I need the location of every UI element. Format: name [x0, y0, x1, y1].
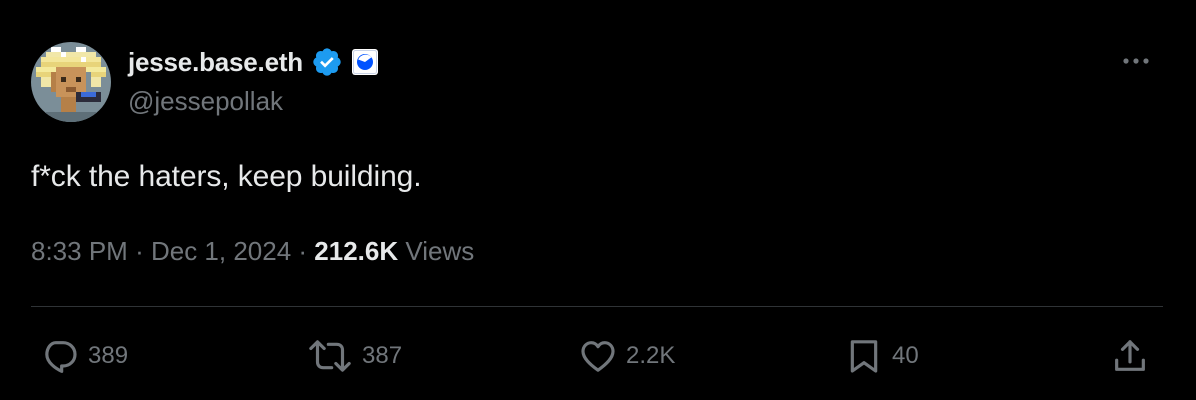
- divider: [31, 306, 1163, 307]
- tweet-date[interactable]: Dec 1, 2024: [151, 236, 291, 266]
- author-name-row: jesse.base.eth: [128, 44, 381, 80]
- share-button[interactable]: [1110, 334, 1150, 378]
- views-label: Views: [405, 236, 475, 266]
- like-count: 2.2K: [626, 342, 676, 369]
- tweet-text: f*ck the haters, keep building.: [31, 160, 422, 193]
- heart-icon: [581, 341, 615, 372]
- share-icon: [1115, 340, 1145, 371]
- bookmark-button[interactable]: 40: [844, 334, 919, 378]
- more-horizontal-icon: [1123, 58, 1149, 64]
- tweet-meta: 8:33 PM · Dec 1, 2024 · 212.6K Views: [31, 236, 474, 267]
- meta-separator: ·: [135, 236, 151, 266]
- more-options-button[interactable]: [1118, 46, 1154, 76]
- author-handle[interactable]: @jessepollak: [128, 86, 283, 117]
- reply-count: 389: [88, 342, 129, 369]
- avatar-image: [31, 42, 111, 122]
- base-affiliate-badge-icon[interactable]: [349, 46, 381, 78]
- tweet-time[interactable]: 8:33 PM: [31, 236, 128, 266]
- repost-button[interactable]: 387: [306, 334, 402, 378]
- meta-separator: ·: [298, 236, 315, 266]
- reply-icon: [45, 341, 77, 373]
- like-button[interactable]: 2.2K: [578, 334, 675, 378]
- repost-count: 387: [362, 342, 403, 369]
- verified-badge-icon[interactable]: [311, 46, 343, 78]
- bookmark-count: 40: [892, 342, 919, 369]
- author-display-name[interactable]: jesse.base.eth: [128, 47, 303, 78]
- reply-button[interactable]: 389: [40, 334, 128, 378]
- tweet: jesse.base.eth @jessepollak f*ck the hat…: [0, 0, 1196, 400]
- bookmark-icon: [850, 340, 878, 373]
- avatar[interactable]: [31, 42, 111, 122]
- views-count: 212.6K: [314, 236, 399, 266]
- repost-icon: [309, 340, 351, 372]
